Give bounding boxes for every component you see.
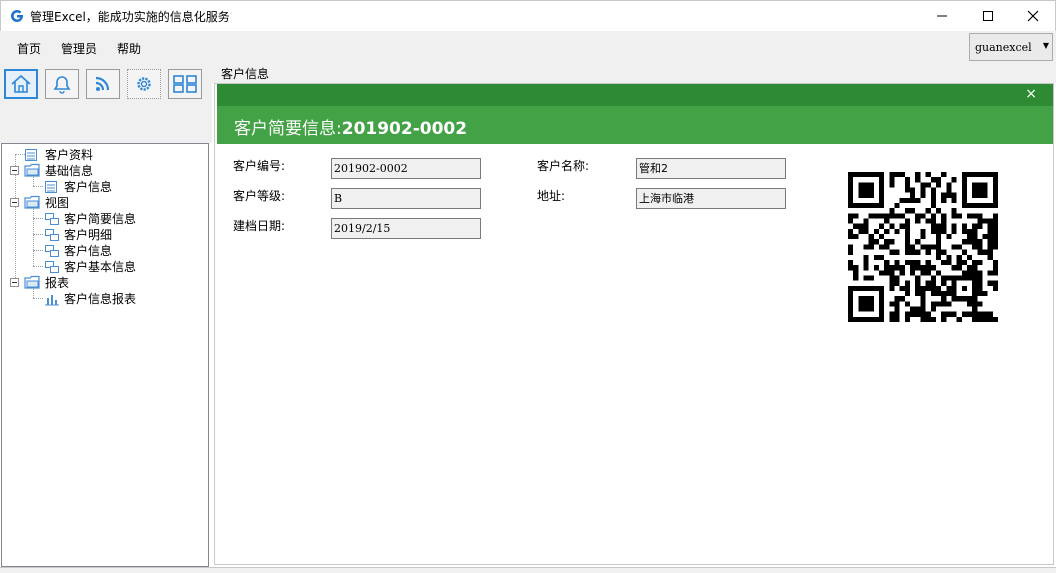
folder-icon <box>24 163 40 177</box>
panel-title-id: 201902-0002 <box>341 119 468 139</box>
tab-customer-info[interactable]: 客户信息 <box>221 65 269 82</box>
collapse-toggle[interactable] <box>10 198 19 207</box>
tree-item-views[interactable]: 视图 <box>24 195 144 211</box>
tree-connector <box>33 218 43 219</box>
tree-item-label: 报表 <box>45 276 70 290</box>
view-icon <box>45 213 59 225</box>
app-logo-icon <box>11 9 23 22</box>
tree-item-label: 客户信息报表 <box>64 292 137 306</box>
created-date-field[interactable]: 2019/2/15 <box>331 218 481 239</box>
user-dropdown-value: guanexcel <box>975 41 1032 54</box>
rss-icon <box>95 76 110 91</box>
minimize-icon <box>937 15 947 17</box>
tree-item-label: 客户信息 <box>64 180 113 194</box>
menu-bar: 首页 管理员 帮助 <box>0 31 1056 65</box>
tab-strip: 客户信息 <box>212 65 1056 83</box>
close-panel-button[interactable]: × <box>1025 87 1037 101</box>
collapse-toggle[interactable] <box>10 166 19 175</box>
view-icon <box>45 229 59 241</box>
panel-title: 客户简要信息:201902-0002 <box>234 114 467 139</box>
tree-item-customer-data[interactable]: 客户资料 <box>24 147 144 163</box>
maximize-button[interactable] <box>965 1 1011 31</box>
view-icon <box>45 245 59 257</box>
title-bar: 管理Excel，能成功实施的信息化服务 <box>0 0 1056 31</box>
tree-item-customer-summary[interactable]: 客户简要信息 <box>44 211 174 227</box>
view-icon <box>45 261 59 273</box>
table-icon <box>25 149 37 161</box>
customer-name-field[interactable]: 管和2 <box>636 158 786 179</box>
close-icon <box>1027 10 1039 22</box>
customer-level-field[interactable]: B <box>331 188 481 209</box>
created-date-label: 建档日期: <box>233 219 286 233</box>
menu-home[interactable]: 首页 <box>17 40 41 57</box>
user-dropdown[interactable]: guanexcel ▼ <box>969 33 1053 61</box>
maximize-icon <box>983 11 993 21</box>
tree-item-label: 客户明细 <box>64 228 113 242</box>
close-window-button[interactable] <box>1010 1 1056 31</box>
tree-item-label: 视图 <box>45 196 70 210</box>
detail-panel: × 客户简要信息:201902-0002 客户编号: 201902-0002 客… <box>214 83 1054 565</box>
navigation-tree: 客户资料 基础信息 客户信息 视图 客户简要信息 客户明细 客户信息 客户基本信… <box>1 143 209 567</box>
tree-connector <box>33 250 43 251</box>
tree-item-basic-info[interactable]: 基础信息 <box>24 163 144 179</box>
folder-icon <box>24 195 40 209</box>
tree-item-label: 客户信息 <box>64 244 113 258</box>
home-button[interactable] <box>4 69 38 99</box>
qr-code-image <box>848 172 998 322</box>
tree-item-reports[interactable]: 报表 <box>24 275 144 291</box>
customer-name-label: 客户名称: <box>537 159 590 173</box>
tree-item-customer-info[interactable]: 客户信息 <box>44 179 164 195</box>
tree-item-label: 基础信息 <box>45 164 94 178</box>
tree-connector <box>33 266 43 267</box>
address-field[interactable]: 上海市临港 <box>636 188 786 209</box>
settings-button[interactable] <box>127 69 161 99</box>
tree-item-label: 客户简要信息 <box>64 212 137 226</box>
address-label: 地址: <box>537 189 566 203</box>
notifications-button[interactable] <box>45 69 79 99</box>
dropdown-arrow-icon: ▼ <box>1042 41 1049 50</box>
grid-icon <box>173 75 197 93</box>
tree-item-customer-info-view[interactable]: 客户信息 <box>44 243 174 259</box>
tree-item-customer-detail[interactable]: 客户明细 <box>44 227 174 243</box>
menu-admin[interactable]: 管理员 <box>61 40 97 57</box>
menu-help[interactable]: 帮助 <box>117 40 141 57</box>
tree-item-customer-report[interactable]: 客户信息报表 <box>44 291 174 307</box>
feed-button[interactable] <box>86 69 120 99</box>
toolbar <box>0 65 212 143</box>
bar-chart-icon <box>45 295 59 306</box>
tree-connector <box>33 234 43 235</box>
tree-connector <box>33 298 43 299</box>
dashboard-button[interactable] <box>168 69 202 99</box>
window-title: 管理Excel，能成功实施的信息化服务 <box>30 10 230 24</box>
settings-icon <box>137 77 151 91</box>
tree-connector <box>33 186 43 187</box>
collapse-toggle[interactable] <box>10 278 19 287</box>
bell-icon <box>53 76 71 94</box>
panel-header: × 客户简要信息:201902-0002 <box>217 84 1053 144</box>
table-icon <box>45 181 57 193</box>
tree-connector <box>33 204 34 266</box>
customer-no-label: 客户编号: <box>233 159 286 173</box>
panel-title-prefix: 客户简要信息: <box>234 119 342 139</box>
customer-level-label: 客户等级: <box>233 189 286 203</box>
folder-icon <box>24 275 40 289</box>
tree-item-customer-basic[interactable]: 客户基本信息 <box>44 259 174 275</box>
minimize-button[interactable] <box>919 1 965 31</box>
customer-no-field[interactable]: 201902-0002 <box>331 158 481 179</box>
status-bar <box>0 567 1056 573</box>
home-icon <box>11 74 31 93</box>
tree-item-label: 客户基本信息 <box>64 260 137 274</box>
tree-item-label: 客户资料 <box>45 148 94 162</box>
